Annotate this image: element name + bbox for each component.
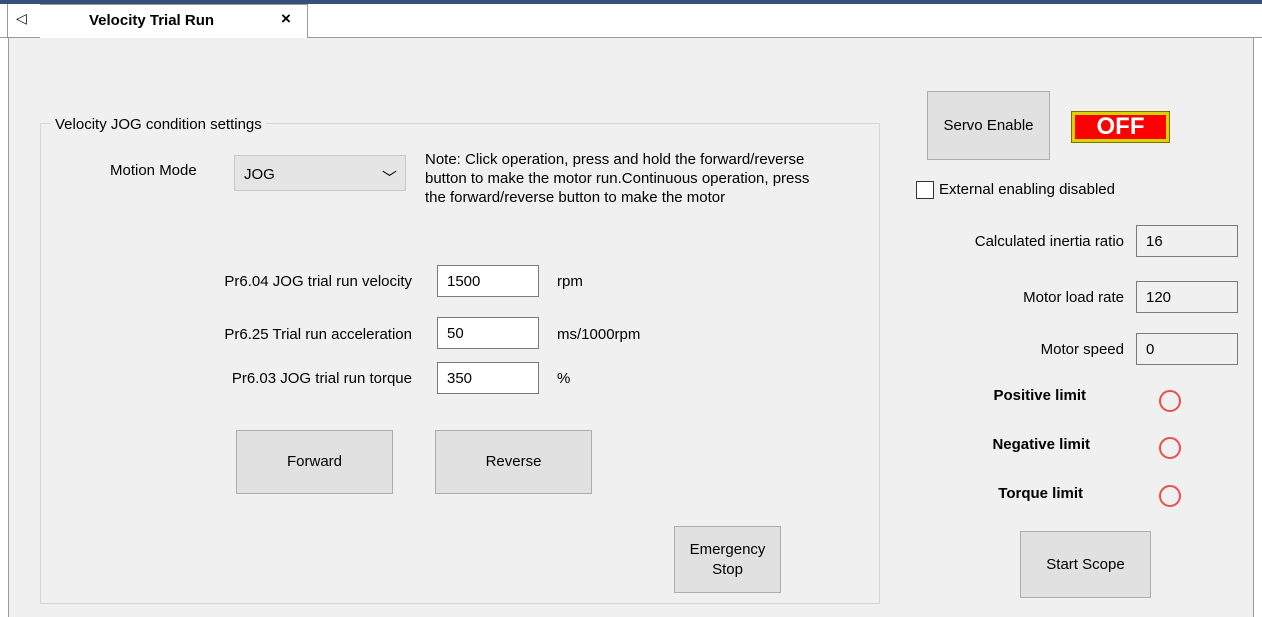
reverse-button[interactable]: Reverse bbox=[435, 430, 592, 494]
inertia-ratio-value: 16 bbox=[1136, 225, 1238, 257]
negative-limit-lamp-icon bbox=[1159, 437, 1181, 459]
torque-limit-label: Torque limit bbox=[998, 485, 1083, 502]
external-enable-label: External enabling disabled bbox=[939, 181, 1115, 198]
param-label-velocity: Pr6.04 JOG trial run velocity bbox=[224, 273, 412, 290]
param-label-acceleration: Pr6.25 Trial run acceleration bbox=[224, 326, 412, 343]
note-text: Note: Click operation, press and hold th… bbox=[425, 151, 810, 206]
reverse-button-label: Reverse bbox=[485, 453, 542, 470]
tab-title[interactable]: Velocity Trial Run bbox=[89, 12, 214, 29]
load-rate-value: 120 bbox=[1136, 281, 1238, 313]
param-label-torque: Pr6.03 JOG trial run torque bbox=[231, 370, 412, 387]
param-unit-torque: % bbox=[557, 370, 571, 387]
emergency-stop-label-line2: Stop bbox=[712, 560, 743, 578]
motion-mode-value: JOG bbox=[244, 166, 275, 183]
emergency-stop-button[interactable]: Emergency Stop bbox=[674, 526, 781, 593]
negative-limit-label: Negative limit bbox=[992, 436, 1090, 453]
torque-limit-lamp-icon bbox=[1159, 485, 1181, 507]
motor-speed-value: 0 bbox=[1136, 333, 1238, 365]
load-rate-label: Motor load rate bbox=[1023, 289, 1124, 306]
servo-status-badge: OFF bbox=[1071, 111, 1170, 143]
external-enable-checkbox[interactable] bbox=[916, 181, 934, 199]
group-legend: Velocity JOG condition settings bbox=[51, 116, 266, 133]
servo-enable-button[interactable]: Servo Enable bbox=[927, 91, 1050, 160]
chevron-down-icon: ﹀ bbox=[382, 170, 398, 187]
motion-mode-label: Motion Mode bbox=[110, 162, 197, 179]
acceleration-input[interactable]: 50 bbox=[437, 317, 539, 349]
positive-limit-label: Positive limit bbox=[993, 387, 1086, 404]
forward-button-label: Forward bbox=[286, 453, 342, 470]
param-unit-velocity: rpm bbox=[557, 273, 583, 290]
positive-limit-lamp-icon bbox=[1159, 390, 1181, 412]
servo-enable-label: Servo Enable bbox=[943, 116, 1034, 134]
jog-velocity-input[interactable]: 1500 bbox=[437, 265, 539, 297]
tab-scroll-left-icon[interactable]: ◁ bbox=[16, 10, 28, 26]
close-icon[interactable]: × bbox=[281, 10, 291, 27]
inertia-ratio-label: Calculated inertia ratio bbox=[974, 233, 1124, 250]
jog-torque-input[interactable]: 350 bbox=[437, 362, 539, 394]
start-scope-label: Start Scope bbox=[1046, 555, 1125, 573]
param-unit-acceleration: ms/1000rpm bbox=[557, 326, 641, 343]
emergency-stop-label-line1: Emergency bbox=[689, 540, 766, 558]
motor-speed-label: Motor speed bbox=[1040, 341, 1124, 358]
forward-button[interactable]: Forward bbox=[236, 430, 393, 494]
start-scope-button[interactable]: Start Scope bbox=[1020, 531, 1151, 598]
motion-mode-select[interactable]: JOG ﹀ bbox=[234, 155, 406, 191]
tab-bar-edge bbox=[7, 4, 8, 38]
